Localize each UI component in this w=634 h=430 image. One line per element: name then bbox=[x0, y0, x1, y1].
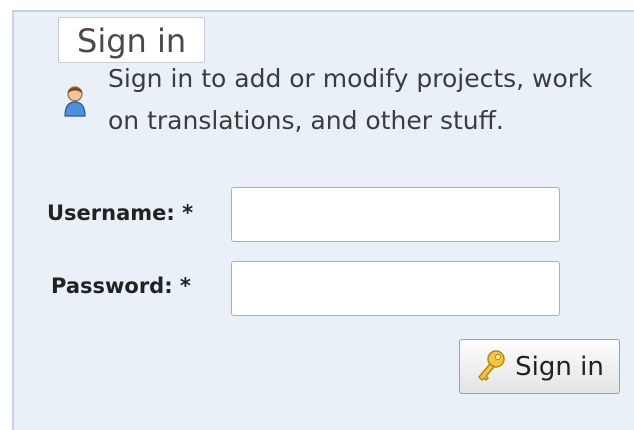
username-field[interactable] bbox=[231, 187, 560, 242]
sign-in-description: Sign in to add or modify projects, work … bbox=[108, 64, 593, 135]
username-label: Username: * bbox=[47, 201, 194, 225]
sign-in-button[interactable]: Sign in bbox=[459, 339, 620, 394]
sign-in-button-label: Sign in bbox=[515, 351, 604, 382]
sign-in-heading: Sign in bbox=[58, 17, 206, 63]
key-icon bbox=[478, 349, 505, 381]
password-field[interactable] bbox=[231, 261, 560, 316]
user-icon bbox=[64, 86, 86, 117]
password-label: Password: * bbox=[51, 274, 191, 298]
